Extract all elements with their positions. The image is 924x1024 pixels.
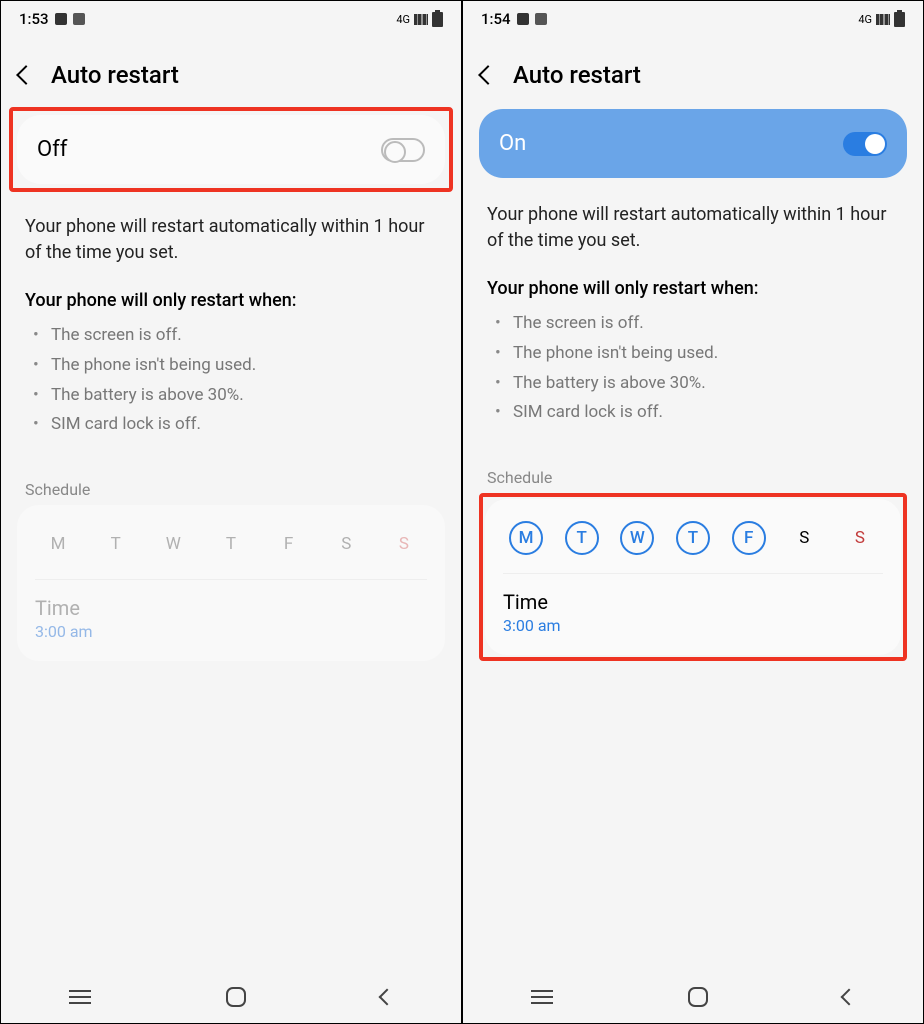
- status-bar: 1:53 4G: [1, 1, 461, 37]
- gallery-icon: [517, 13, 529, 25]
- status-bar: 1:54 4G: [463, 1, 923, 37]
- nav-bar: [1, 971, 461, 1023]
- condition-item: The battery is above 30%.: [33, 381, 437, 411]
- status-time: 1:53: [19, 10, 49, 28]
- day-fri[interactable]: F: [272, 527, 306, 561]
- condition-item: The phone isn't being used.: [495, 339, 899, 369]
- condition-item: SIM card lock is off.: [495, 398, 899, 428]
- time-value: 3:00 am: [35, 622, 427, 641]
- battery-icon: [432, 12, 443, 27]
- schedule-card: M T W T F S S Time 3:00 am: [485, 499, 901, 655]
- days-row: M T W T F S S: [503, 513, 883, 574]
- conditions-heading: Your phone will only restart when:: [1, 266, 461, 321]
- condition-item: The battery is above 30%.: [495, 369, 899, 399]
- schedule-card: M T W T F S S Time 3:00 am: [17, 505, 445, 661]
- day-mon[interactable]: M: [509, 521, 543, 555]
- condition-item: The screen is off.: [33, 321, 437, 351]
- day-fri[interactable]: F: [732, 521, 766, 555]
- day-sat[interactable]: S: [329, 527, 363, 561]
- back-button[interactable]: [16, 65, 36, 85]
- conditions-list: The screen is off. The phone isn't being…: [463, 309, 923, 428]
- day-thu[interactable]: T: [214, 527, 248, 561]
- gallery-icon: [55, 13, 67, 25]
- signal-icon: [876, 14, 890, 25]
- toggle-switch-off[interactable]: [381, 138, 425, 162]
- day-sun[interactable]: S: [387, 527, 421, 561]
- days-row: M T W T F S S: [35, 519, 427, 580]
- description-text: Your phone will restart automatically wi…: [1, 202, 461, 266]
- back-button[interactable]: [478, 65, 498, 85]
- nav-recents-button[interactable]: [531, 996, 553, 998]
- battery-icon: [894, 12, 905, 27]
- nav-home-button[interactable]: [688, 987, 708, 1007]
- checkbox-icon: [73, 13, 85, 25]
- nav-home-button[interactable]: [226, 987, 246, 1007]
- checkbox-icon: [535, 13, 547, 25]
- time-value: 3:00 am: [503, 616, 883, 635]
- day-wed[interactable]: W: [620, 521, 654, 555]
- network-label: 4G: [396, 13, 410, 26]
- time-row[interactable]: Time 3:00 am: [35, 580, 427, 641]
- auto-restart-toggle-row[interactable]: On: [479, 109, 907, 178]
- phone-right: 1:54 4G Auto restart On Your phone will …: [462, 0, 924, 1024]
- auto-restart-toggle-row[interactable]: Off: [17, 115, 445, 184]
- condition-item: The screen is off.: [495, 309, 899, 339]
- day-sun[interactable]: S: [843, 521, 877, 555]
- day-tue[interactable]: T: [565, 521, 599, 555]
- day-tue[interactable]: T: [99, 527, 133, 561]
- toggle-state-label: On: [499, 131, 526, 156]
- description-text: Your phone will restart automatically wi…: [463, 190, 923, 254]
- highlight-box: M T W T F S S Time 3:00 am: [479, 493, 907, 661]
- conditions-list: The screen is off. The phone isn't being…: [1, 321, 461, 440]
- phone-left: 1:53 4G Auto restart Off Your phone will…: [0, 0, 462, 1024]
- day-sat[interactable]: S: [787, 521, 821, 555]
- highlight-box: Off: [9, 107, 453, 192]
- day-mon[interactable]: M: [41, 527, 75, 561]
- page-title: Auto restart: [51, 61, 179, 89]
- schedule-label: Schedule: [1, 440, 461, 505]
- signal-icon: [414, 14, 428, 25]
- network-label: 4G: [858, 13, 872, 26]
- header: Auto restart: [1, 37, 461, 103]
- day-thu[interactable]: T: [676, 521, 710, 555]
- condition-item: SIM card lock is off.: [33, 410, 437, 440]
- toggle-switch-on[interactable]: [843, 132, 887, 156]
- time-label: Time: [503, 590, 883, 614]
- page-title: Auto restart: [513, 61, 641, 89]
- nav-bar: [463, 971, 923, 1023]
- time-label: Time: [35, 596, 427, 620]
- day-wed[interactable]: W: [156, 527, 190, 561]
- condition-item: The phone isn't being used.: [33, 351, 437, 381]
- status-time: 1:54: [481, 10, 511, 28]
- time-row[interactable]: Time 3:00 am: [503, 574, 883, 635]
- schedule-label: Schedule: [463, 428, 923, 493]
- toggle-state-label: Off: [37, 137, 67, 162]
- header: Auto restart: [463, 37, 923, 103]
- nav-back-button[interactable]: [379, 989, 396, 1006]
- conditions-heading: Your phone will only restart when:: [463, 254, 923, 309]
- nav-back-button[interactable]: [841, 989, 858, 1006]
- nav-recents-button[interactable]: [69, 996, 91, 998]
